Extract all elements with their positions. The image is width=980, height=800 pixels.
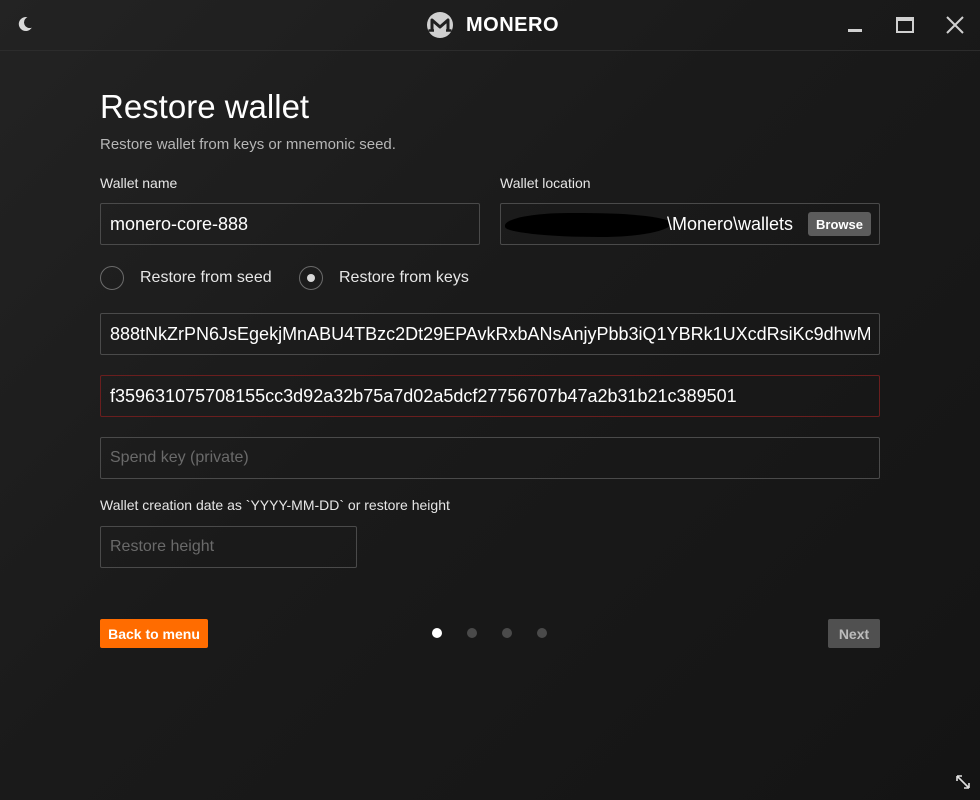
moon-icon[interactable] [15,14,35,34]
title-bar: MONERO [0,0,980,51]
page-subtitle: Restore wallet from keys or mnemonic see… [100,136,396,153]
wallet-name-label: Wallet name [100,175,178,191]
step-dot [502,628,512,638]
step-dot [467,628,477,638]
maximize-button[interactable] [892,12,918,38]
radio-selected-dot [307,274,315,282]
app-brand: MONERO [426,10,559,40]
restore-from-keys-radio[interactable] [299,266,323,290]
maximize-icon [896,17,914,33]
address-input[interactable] [100,313,880,355]
wallet-location-field[interactable]: \Monero\wallets Browse [500,203,880,245]
minimize-button[interactable] [842,12,868,38]
next-button[interactable]: Next [828,619,880,648]
step-dot [432,628,442,638]
resize-icon[interactable] [955,774,971,790]
browse-button[interactable]: Browse [808,212,871,236]
wallet-location-value: \Monero\wallets [667,214,794,234]
restore-from-seed-radio[interactable] [100,266,124,290]
step-dot [537,628,547,638]
monero-logo-icon [427,12,453,38]
restore-from-keys-option[interactable]: Restore from keys [299,265,469,291]
close-icon [946,16,964,34]
restore-from-seed-label: Restore from seed [140,269,272,286]
restore-from-keys-label: Restore from keys [339,269,469,286]
minimize-icon [848,29,862,32]
app-title: MONERO [466,13,559,36]
wallet-location-label: Wallet location [500,175,591,191]
restore-height-input[interactable] [100,526,357,568]
wallet-name-input[interactable] [100,203,480,245]
restore-from-seed-option[interactable]: Restore from seed [100,265,272,291]
step-indicator [432,628,572,638]
back-to-menu-button[interactable]: Back to menu [100,619,208,648]
close-button[interactable] [942,12,968,38]
spend-key-input[interactable] [100,437,880,479]
page-title: Restore wallet [100,88,310,125]
restore-height-label: Wallet creation date as `YYYY-MM-DD` or … [100,497,450,513]
redacted-path [505,213,671,237]
view-key-input[interactable] [100,375,880,417]
